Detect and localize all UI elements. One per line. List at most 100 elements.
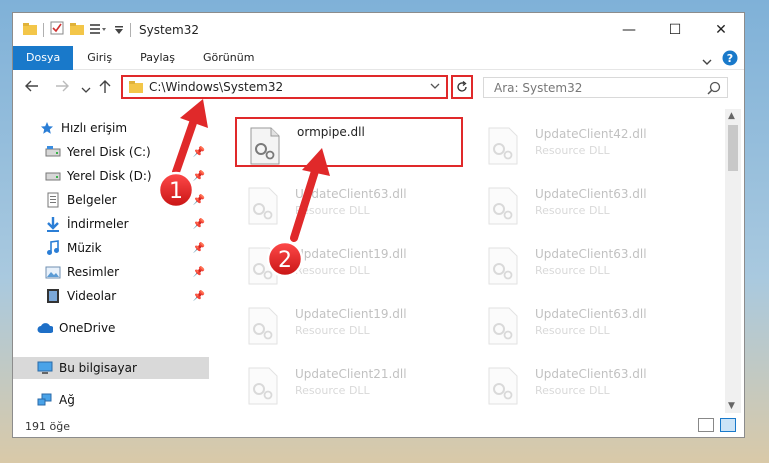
minimize-button[interactable]: — [606,13,652,46]
file-type: Resource DLL [295,264,370,277]
file-item[interactable]: UpdateClient63.dll Resource DLL [475,299,703,349]
file-type: Resource DLL [295,384,370,397]
item-count: 191 öğe [25,419,70,433]
star-icon [39,120,55,136]
tab-view[interactable]: Görünüm [189,46,268,70]
file-name: UpdateClient63.dll [535,187,647,201]
scroll-down-icon[interactable]: ▼ [728,401,735,411]
sidebar-item-label: OneDrive [59,321,116,335]
file-type: Resource DLL [295,324,370,337]
pin-icon[interactable]: 📌 [193,267,205,278]
dll-file-icon [249,127,281,165]
sidebar-item-this-pc[interactable]: Bu bilgisayar [13,357,209,379]
pin-icon[interactable]: 📌 [193,291,205,302]
navigation-pane: Hızlı erişim Yerel Disk (C:) 📌 Yerel Dis… [13,109,209,413]
file-type: Resource DLL [535,204,610,217]
details-view-icon[interactable] [698,418,714,432]
vertical-scrollbar[interactable]: ▲ ▼ [725,109,741,413]
toolbar-separator [130,22,131,37]
sidebar-item-quick-access[interactable]: Hızlı erişim [13,117,209,139]
up-arrow-icon[interactable] [99,80,111,98]
sidebar-item-label: Ağ [59,393,75,407]
sidebar-item-music[interactable]: Müzik 📌 [13,237,209,259]
drive-icon [45,168,61,184]
sidebar-item-onedrive[interactable]: OneDrive [13,317,209,339]
forward-arrow-icon[interactable] [55,80,69,96]
sidebar-item-label: Yerel Disk (D:) [67,169,152,183]
search-box[interactable]: Ara: System32 [483,77,728,98]
maximize-button[interactable]: ☐ [652,13,698,46]
large-icons-view-icon[interactable] [720,418,736,432]
sidebar-item-documents[interactable]: Belgeler 📌 [13,189,209,211]
pin-icon[interactable]: 📌 [193,243,205,254]
drive-icon [45,144,61,160]
file-type: Resource DLL [535,384,610,397]
file-list: ormpipe.dll UpdateClient42.dll Resource … [223,109,728,409]
file-name: UpdateClient19.dll [295,247,407,261]
file-item[interactable]: UpdateClient63.dll Resource DLL [475,359,703,409]
documents-icon [45,192,61,208]
pin-icon[interactable]: 📌 [193,195,205,206]
file-name: UpdateClient19.dll [295,307,407,321]
recent-locations-icon[interactable] [81,82,91,98]
file-name: UpdateClient63.dll [535,307,647,321]
sidebar-item-network[interactable]: Ağ [13,389,209,411]
search-icon[interactable] [707,80,721,99]
dll-file-icon [247,247,279,285]
file-type: Resource DLL [295,204,370,217]
view-switcher [698,418,736,432]
pin-icon[interactable]: 📌 [193,147,205,158]
tab-file[interactable]: Dosya [13,45,74,70]
pin-icon[interactable]: 📌 [193,171,205,182]
sidebar-item-pictures[interactable]: Resimler 📌 [13,261,209,283]
search-placeholder[interactable]: Ara: System32 [494,81,582,95]
view-options-icon[interactable] [90,20,108,39]
address-bar[interactable]: C:\Windows\System32 [121,75,448,99]
address-dropdown-icon[interactable] [430,80,440,93]
refresh-button[interactable] [451,75,473,99]
sidebar-item-label: Videolar [67,289,117,303]
file-type: Resource DLL [535,324,610,337]
explorer-window: System32 — ☐ ✕ Dosya Giriş Paylaş Görünü… [12,12,745,438]
file-name: UpdateClient21.dll [295,367,407,381]
tab-home[interactable]: Giriş [73,46,126,70]
dll-file-icon [487,247,519,285]
file-item[interactable]: UpdateClient63.dll Resource DLL [475,179,703,229]
dll-file-icon [247,187,279,225]
chevron-down-icon[interactable] [702,51,712,70]
network-icon [37,392,53,408]
close-button[interactable]: ✕ [698,13,744,46]
file-name: UpdateClient42.dll [535,127,647,141]
sidebar-item-downloads[interactable]: İndirmeler 📌 [13,213,209,235]
file-item-ormpipe[interactable]: ormpipe.dll [235,117,463,167]
new-folder-icon[interactable] [70,20,84,39]
scrollbar-thumb[interactable] [728,125,738,171]
file-item[interactable]: UpdateClient19.dll Resource DLL [235,239,463,289]
file-name: UpdateClient63.dll [535,367,647,381]
sidebar-item-label: Hızlı erişim [61,121,128,135]
window-controls: — ☐ ✕ [606,13,744,46]
back-arrow-icon[interactable] [25,80,39,96]
tab-share[interactable]: Paylaş [126,46,189,70]
download-icon [45,216,61,232]
sidebar-item-local-disk-c[interactable]: Yerel Disk (C:) 📌 [13,141,209,163]
customize-toolbar-icon[interactable] [114,20,124,39]
pin-icon[interactable]: 📌 [193,219,205,230]
quick-access-toolbar [13,13,131,46]
file-item[interactable]: UpdateClient63.dll Resource DLL [475,239,703,289]
sidebar-item-label: Resimler [67,265,120,279]
sidebar-item-local-disk-d[interactable]: Yerel Disk (D:) 📌 [13,165,209,187]
file-item[interactable]: UpdateClient63.dll Resource DLL [235,179,463,229]
properties-icon[interactable] [50,20,64,39]
file-item[interactable]: UpdateClient19.dll Resource DLL [235,299,463,349]
file-item[interactable]: UpdateClient42.dll Resource DLL [475,119,703,169]
dll-file-icon [487,127,519,165]
file-item[interactable]: UpdateClient21.dll Resource DLL [235,359,463,409]
sidebar-item-videos[interactable]: Videolar 📌 [13,285,209,307]
help-button[interactable]: ? [722,50,738,70]
scroll-up-icon[interactable]: ▲ [728,111,735,121]
title-bar: System32 — ☐ ✕ [13,13,744,46]
address-path[interactable]: C:\Windows\System32 [149,80,283,94]
svg-text:?: ? [727,52,733,65]
file-name: ormpipe.dll [297,125,365,139]
